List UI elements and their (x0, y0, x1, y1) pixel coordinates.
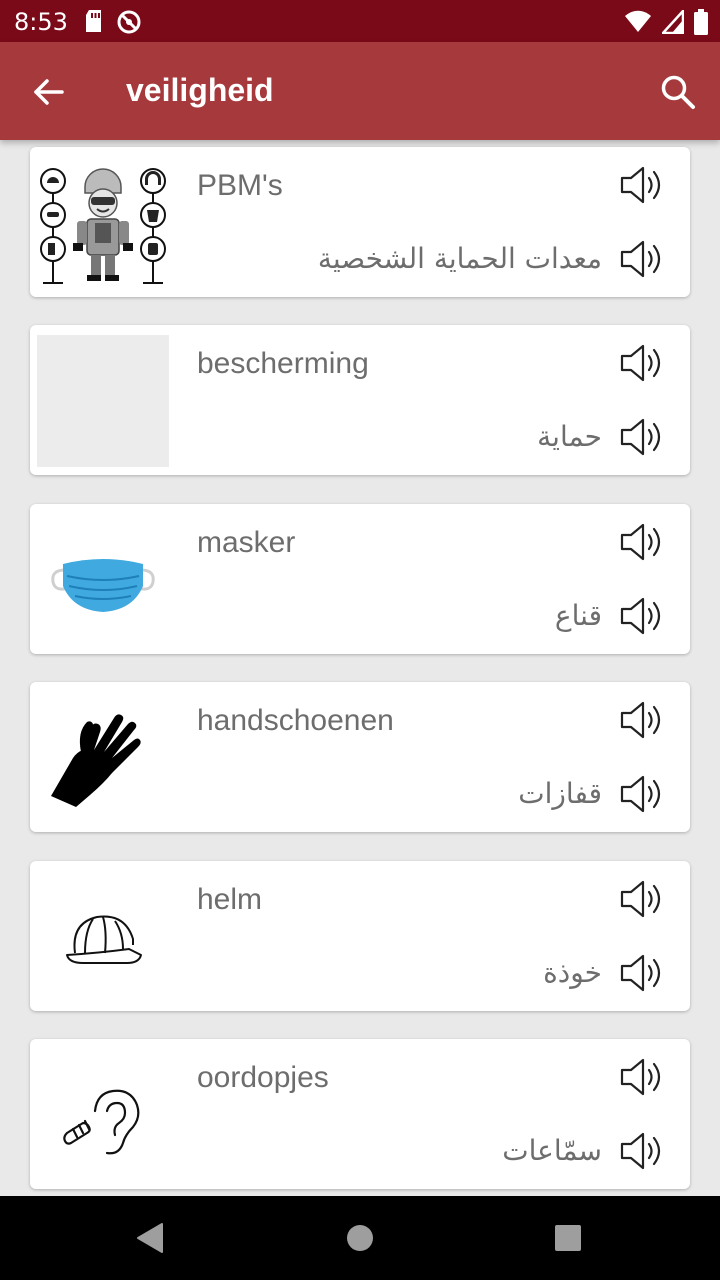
speaker-icon[interactable] (618, 413, 666, 461)
face-mask-image (51, 559, 155, 612)
speaker-icon[interactable] (618, 875, 666, 923)
ear-plugs-image (63, 1089, 140, 1155)
hard-hat-image (66, 915, 142, 964)
home-circle-icon[interactable] (338, 1216, 382, 1260)
arabic-word: خوذة (543, 956, 602, 989)
speaker-icon[interactable] (618, 592, 666, 640)
speaker-icon[interactable] (618, 696, 666, 744)
list-item[interactable]: bescherming حماية (30, 325, 690, 475)
speaker-icon[interactable] (618, 235, 666, 283)
speaker-icon[interactable] (618, 949, 666, 997)
word-list[interactable]: PBM's معدات الحماية الشخصية bescherming … (0, 140, 720, 1196)
list-item[interactable]: masker قناع (30, 504, 690, 654)
speaker-icon[interactable] (618, 1053, 666, 1101)
list-item[interactable]: helm خوذة (30, 861, 690, 1011)
image-placeholder (37, 335, 169, 467)
do-not-disturb-icon (117, 10, 141, 34)
list-item[interactable]: oordopjes سمّاعات (30, 1039, 690, 1189)
battery-icon (694, 9, 708, 35)
navigation-bar (0, 1196, 720, 1280)
status-bar: 8:53 (0, 0, 720, 42)
list-item[interactable]: handschoenen قفازات (30, 682, 690, 832)
speaker-icon[interactable] (618, 770, 666, 818)
speaker-icon[interactable] (618, 339, 666, 387)
arrow-left-icon[interactable] (26, 69, 72, 115)
arabic-word: سمّاعات (502, 1134, 602, 1167)
dutch-word: masker (197, 526, 296, 559)
arabic-word: حماية (537, 420, 602, 453)
list-item[interactable]: PBM's معدات الحماية الشخصية (30, 147, 690, 297)
arabic-word: معدات الحماية الشخصية (317, 242, 602, 275)
app-bar: veiligheid (0, 42, 720, 140)
speaker-icon[interactable] (618, 518, 666, 566)
speaker-icon[interactable] (618, 161, 666, 209)
arabic-word: قفازات (518, 777, 602, 810)
dutch-word: bescherming (197, 347, 369, 380)
status-time: 8:53 (14, 8, 68, 36)
dutch-word: helm (197, 883, 263, 916)
ppe-worker-image (40, 168, 166, 284)
dutch-word: handschoenen (197, 704, 394, 737)
search-icon[interactable] (656, 70, 700, 114)
sd-card-icon (86, 10, 101, 32)
recents-square-icon[interactable] (546, 1216, 590, 1260)
back-triangle-icon[interactable] (128, 1216, 172, 1260)
glove-image (51, 714, 141, 807)
speaker-icon[interactable] (618, 1127, 666, 1175)
dutch-word: oordopjes (197, 1061, 329, 1094)
arabic-word: قناع (554, 599, 602, 632)
page-title: veiligheid (126, 72, 274, 108)
wifi-icon (625, 10, 651, 32)
signal-icon (662, 10, 684, 34)
dutch-word: PBM's (197, 169, 283, 202)
